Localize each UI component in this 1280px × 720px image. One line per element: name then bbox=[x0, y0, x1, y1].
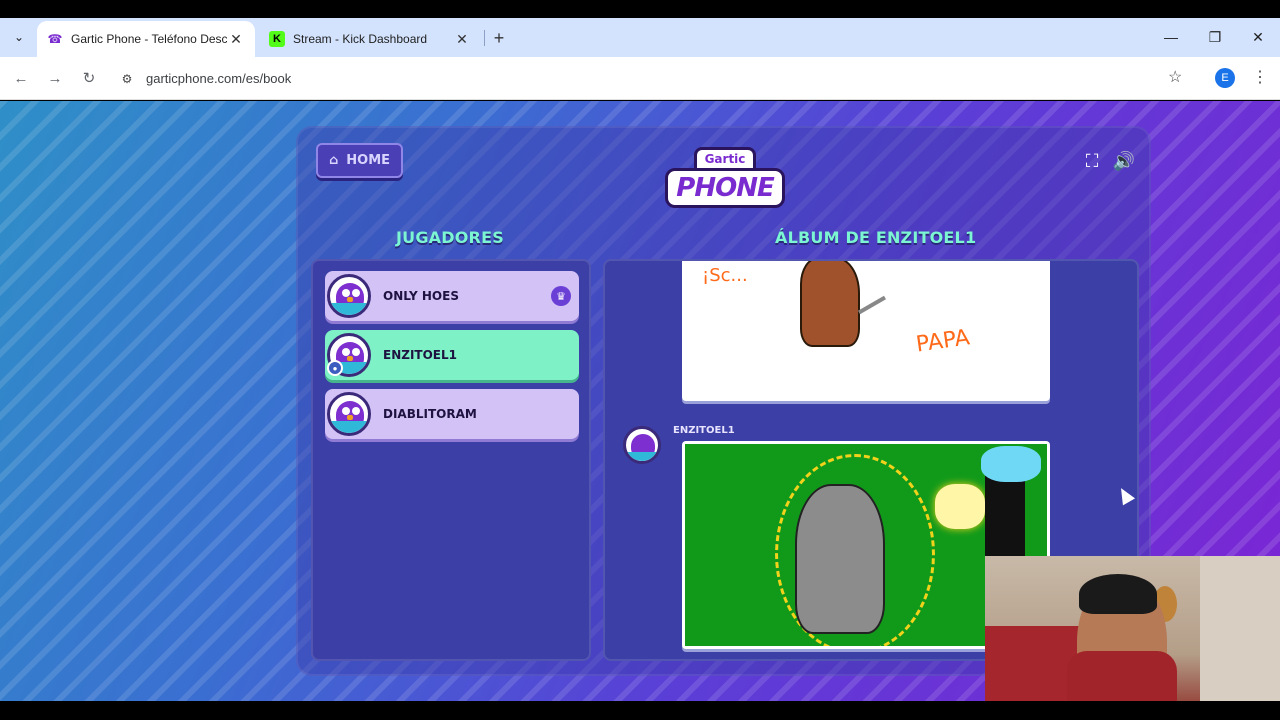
album-drawing: ¡Sc... PAPA bbox=[682, 261, 1050, 401]
back-button[interactable]: ← bbox=[9, 66, 33, 90]
drawing-cloud bbox=[981, 446, 1041, 482]
player-card-only-hoes[interactable]: ONLY HOES ♛ bbox=[325, 271, 579, 321]
logo-main-text: PHONE bbox=[665, 168, 785, 208]
fullscreen-button[interactable]: ⛶ bbox=[1080, 149, 1104, 173]
letterbox-top bbox=[0, 0, 1280, 18]
player-card-diablitoram[interactable]: DIABLITORAM bbox=[325, 389, 579, 439]
home-label: HOME bbox=[346, 153, 391, 168]
album-entry-author: ENZITOEL1 bbox=[673, 425, 735, 436]
site-info-icon[interactable]: ⚙ bbox=[112, 64, 142, 94]
home-icon: ⌂ bbox=[328, 153, 339, 168]
tab-divider bbox=[484, 30, 485, 46]
reload-button[interactable]: ↻ bbox=[77, 66, 101, 90]
album-heading: ÁLBUM DE ENZITOEL1 bbox=[775, 228, 977, 247]
arrow-right-icon: → bbox=[47, 69, 63, 87]
tab-search-button[interactable]: ⌄ bbox=[8, 26, 30, 48]
home-button[interactable]: ⌂ HOME bbox=[316, 143, 403, 178]
speaker-icon: 🔊 bbox=[1112, 150, 1136, 171]
tab-kick-dashboard[interactable]: K Stream - Kick Dashboard ✕ bbox=[259, 21, 481, 57]
restore-button[interactable]: ❐ bbox=[1204, 26, 1226, 48]
new-tab-button[interactable]: + bbox=[488, 27, 510, 49]
gartic-phone-logo: Gartic PHONE bbox=[665, 145, 785, 215]
drawing-cigarette bbox=[858, 295, 886, 315]
avatar bbox=[327, 392, 371, 436]
arrow-left-icon: ← bbox=[13, 69, 29, 87]
player-card-enzitoel1[interactable]: ● ENZITOEL1 bbox=[325, 330, 579, 380]
url-text[interactable]: garticphone.com/es/book bbox=[146, 71, 291, 86]
avatar bbox=[623, 426, 661, 464]
restore-icon: ❐ bbox=[1208, 28, 1222, 45]
player-name: DIABLITORAM bbox=[383, 407, 477, 421]
close-icon[interactable]: ✕ bbox=[227, 30, 245, 48]
close-icon[interactable]: ✕ bbox=[453, 30, 471, 48]
drawing-dog bbox=[800, 261, 860, 347]
fullscreen-icon: ⛶ bbox=[1085, 150, 1099, 171]
volume-button[interactable]: 🔊 bbox=[1112, 149, 1136, 173]
user-icon: ● bbox=[327, 360, 343, 376]
webcam-hair bbox=[1079, 574, 1157, 614]
kick-icon: K bbox=[269, 31, 285, 47]
player-name: ENZITOEL1 bbox=[383, 348, 457, 362]
close-window-button[interactable]: ✕ bbox=[1247, 26, 1269, 48]
crown-icon: ♛ bbox=[551, 286, 571, 306]
bookmark-star-icon[interactable]: ☆ bbox=[1168, 67, 1182, 87]
menu-kebab-icon[interactable]: ⋮ bbox=[1252, 67, 1268, 87]
tab-title: Gartic Phone - Teléfono Descon bbox=[71, 32, 227, 46]
minimize-button[interactable]: — bbox=[1160, 26, 1182, 48]
plus-icon: + bbox=[493, 27, 505, 48]
reload-icon: ↻ bbox=[82, 70, 96, 87]
phone-icon: ☎ bbox=[47, 32, 63, 46]
player-name: ONLY HOES bbox=[383, 289, 459, 303]
avatar bbox=[327, 274, 371, 318]
logo-top-text: Gartic bbox=[693, 147, 757, 168]
drawing-wolf bbox=[795, 484, 885, 634]
players-list: ONLY HOES ♛ ● ENZITOEL1 DIABLITORAM bbox=[311, 259, 591, 661]
tab-gartic-phone[interactable]: ☎ Gartic Phone - Teléfono Descon ✕ bbox=[37, 21, 255, 57]
minimize-icon: — bbox=[1164, 29, 1178, 45]
chevron-down-icon: ⌄ bbox=[13, 30, 25, 44]
profile-avatar[interactable]: E bbox=[1215, 68, 1235, 88]
tab-title: Stream - Kick Dashboard bbox=[293, 32, 428, 46]
tab-strip: ⌄ ☎ Gartic Phone - Teléfono Descon ✕ K S… bbox=[0, 18, 1280, 57]
forward-button[interactable]: → bbox=[43, 66, 67, 90]
webcam-overlay bbox=[985, 556, 1280, 720]
drawing-flash bbox=[935, 484, 985, 529]
drawing-scribble-text: ¡Sc... bbox=[702, 265, 748, 286]
drawing-papa-text: PAPA bbox=[914, 325, 972, 358]
webcam-door bbox=[1200, 556, 1280, 720]
letterbox-bottom bbox=[0, 701, 1280, 720]
address-bar[interactable]: ⚙ garticphone.com/es/book bbox=[112, 63, 1204, 94]
players-heading: JUGADORES bbox=[396, 228, 504, 247]
close-icon: ✕ bbox=[1252, 28, 1264, 45]
browser-toolbar: ← → ↻ ⚙ garticphone.com/es/book ☆ E ⋮ bbox=[0, 57, 1280, 100]
